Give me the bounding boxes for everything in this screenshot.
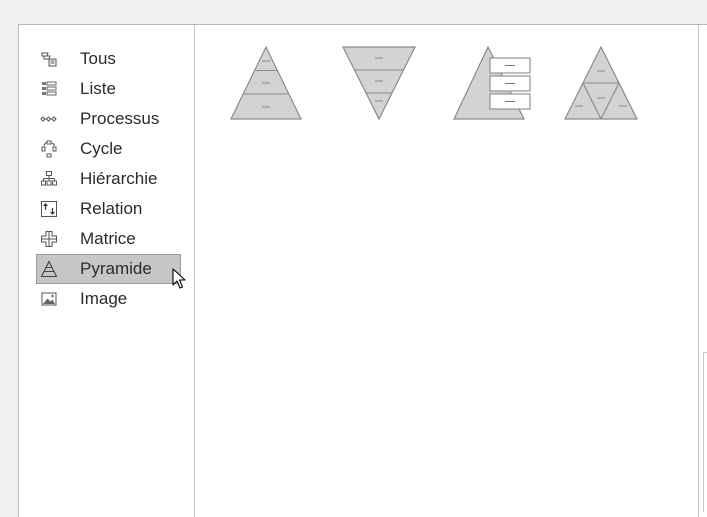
layout-pyramid-list[interactable] — [452, 43, 532, 123]
category-item-matrix[interactable]: Matrice — [36, 224, 181, 254]
category-item-relationship[interactable]: Relation — [36, 194, 181, 224]
category-sidebar: Tous Liste Processus Cycle Hiérarchie Re… — [19, 25, 195, 517]
category-label: Pyramide — [80, 259, 152, 278]
category-item-all[interactable]: Tous — [36, 44, 181, 74]
category-label: Cycle — [80, 139, 123, 158]
category-item-process[interactable]: Processus — [36, 104, 181, 134]
category-label: Liste — [80, 79, 116, 98]
category-item-picture[interactable]: Image — [36, 284, 181, 314]
hierarchy-icon — [39, 169, 59, 189]
category-item-list[interactable]: Liste — [36, 74, 181, 104]
category-item-pyramid[interactable]: Pyramide — [36, 254, 181, 284]
pyramid-list-icon — [453, 45, 531, 120]
cycle-icon — [39, 139, 59, 159]
category-label: Processus — [80, 109, 160, 128]
layout-basic-pyramid[interactable] — [226, 43, 306, 123]
picture-icon — [39, 289, 59, 309]
layout-gallery — [196, 25, 698, 517]
category-label: Hiérarchie — [80, 169, 158, 188]
relationship-icon — [39, 199, 59, 219]
all-icon — [39, 49, 59, 69]
list-icon — [39, 79, 59, 99]
process-icon — [39, 109, 59, 129]
category-item-cycle[interactable]: Cycle — [36, 134, 181, 164]
inverted-pyramid-icon — [342, 46, 416, 121]
preview-pane — [703, 352, 707, 512]
category-label: Matrice — [80, 229, 136, 248]
segmented-pyramid-icon — [564, 45, 638, 120]
smartart-dialog: Tous Liste Processus Cycle Hiérarchie Re… — [0, 0, 707, 517]
category-label: Tous — [80, 49, 116, 68]
pyramid-icon — [39, 259, 59, 279]
category-list: Tous Liste Processus Cycle Hiérarchie Re… — [36, 44, 181, 314]
category-item-hierarchy[interactable]: Hiérarchie — [36, 164, 181, 194]
basic-pyramid-icon — [230, 45, 302, 120]
layout-segmented-pyramid[interactable] — [564, 43, 644, 123]
category-label: Image — [80, 289, 128, 308]
matrix-icon — [39, 229, 59, 249]
layout-inverted-pyramid[interactable] — [340, 43, 420, 123]
category-label: Relation — [80, 199, 143, 218]
